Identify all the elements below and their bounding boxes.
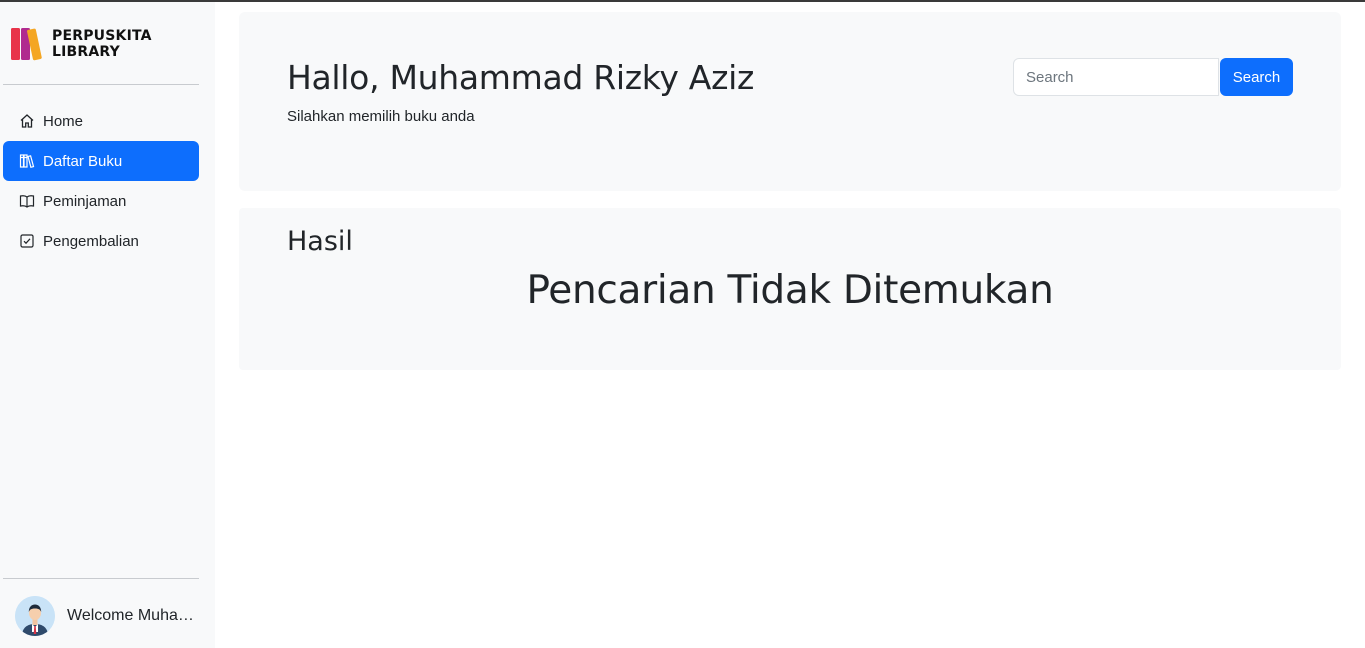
sidebar: PERPUSKITA LIBRARY Home Daftar Buku Pemi…: [0, 2, 215, 648]
sidebar-item-label: Home: [43, 112, 84, 130]
user-profile[interactable]: Welcome Muhammad Rizky Aziz: [15, 596, 203, 636]
books-logo-icon: [11, 28, 42, 61]
sidebar-divider-bottom: [3, 578, 199, 579]
sidebar-nav: Home Daftar Buku Peminjaman Pengembalian: [3, 101, 199, 261]
greeting-panel: Hallo, Muhammad Rizky Aziz Silahkan memi…: [239, 12, 1341, 191]
no-results-message: Pencarian Tidak Ditemukan: [526, 268, 1054, 313]
sidebar-divider-top: [3, 84, 199, 85]
sidebar-item-peminjaman[interactable]: Peminjaman: [3, 181, 199, 221]
results-panel: Hasil Pencarian Tidak Ditemukan: [239, 208, 1341, 370]
sidebar-item-label: Daftar Buku: [43, 152, 123, 170]
results-heading: Hasil: [287, 226, 353, 257]
welcome-text: Welcome Muhammad Rizky Aziz: [67, 607, 203, 624]
search-button[interactable]: Search: [1220, 58, 1293, 96]
page-title: Hallo, Muhammad Rizky Aziz: [287, 58, 754, 97]
brand[interactable]: PERPUSKITA LIBRARY: [10, 26, 152, 62]
sidebar-item-pengembalian[interactable]: Pengembalian: [3, 221, 199, 261]
search-form: Search: [1013, 58, 1293, 96]
page-subtitle: Silahkan memilih buku anda: [287, 108, 475, 125]
brand-line-2: LIBRARY: [52, 44, 120, 60]
checkbox-icon: [19, 233, 35, 249]
sidebar-item-label: Pengembalian: [43, 232, 139, 250]
search-input[interactable]: [1013, 58, 1219, 96]
open-book-icon: [19, 193, 35, 209]
brand-line-1: PERPUSKITA: [52, 28, 152, 44]
brand-name: PERPUSKITA LIBRARY: [52, 28, 152, 60]
sidebar-item-home[interactable]: Home: [3, 101, 199, 141]
bookshelf-icon: [19, 153, 35, 169]
sidebar-item-daftar-buku[interactable]: Daftar Buku: [3, 141, 199, 181]
house-icon: [19, 113, 35, 129]
sidebar-item-label: Peminjaman: [43, 192, 127, 210]
avatar: [15, 596, 55, 636]
